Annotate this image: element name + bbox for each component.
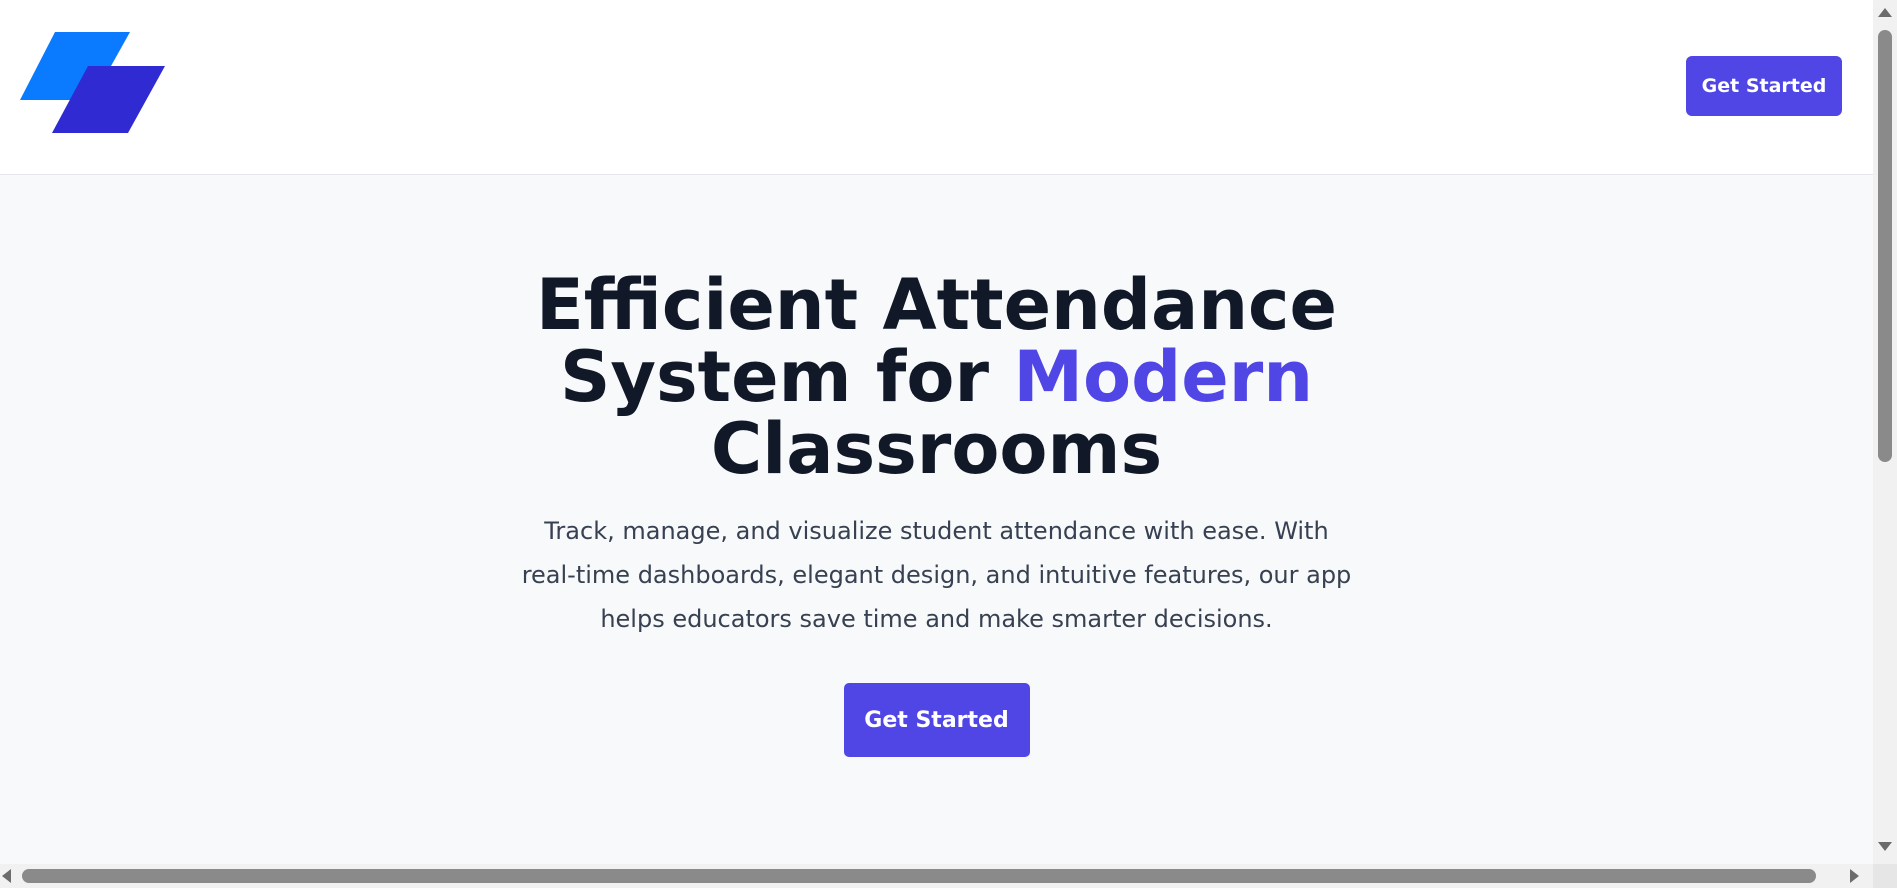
- hero-title-line-1: Efficient Attendance: [535, 264, 1338, 346]
- page-viewport: Get Started Efficient Attendance System …: [0, 0, 1873, 864]
- vertical-scrollbar[interactable]: [1873, 0, 1897, 864]
- scroll-up-arrow-icon[interactable]: [1878, 8, 1892, 17]
- scrollbar-corner: [1873, 864, 1897, 888]
- vertical-scroll-thumb[interactable]: [1878, 30, 1892, 462]
- scroll-right-arrow-icon[interactable]: [1850, 869, 1859, 883]
- hero-title-line-3: Classrooms: [710, 408, 1163, 490]
- header-get-started-button[interactable]: Get Started: [1686, 56, 1842, 116]
- hero-title: Efficient Attendance System for Modern C…: [0, 269, 1873, 485]
- horizontal-scrollbar[interactable]: [0, 864, 1873, 888]
- brand-logo-icon[interactable]: [20, 30, 170, 138]
- hero-title-accent: Modern: [1013, 336, 1314, 418]
- hero-section: Efficient Attendance System for Modern C…: [0, 175, 1873, 757]
- scroll-down-arrow-icon[interactable]: [1878, 842, 1892, 851]
- hero-get-started-button[interactable]: Get Started: [843, 683, 1030, 757]
- hero-description: Track, manage, and visualize student att…: [521, 517, 1352, 633]
- scroll-left-arrow-icon[interactable]: [2, 869, 11, 883]
- horizontal-scroll-thumb[interactable]: [22, 869, 1816, 883]
- hero-title-line-2-prefix: System for: [559, 336, 1014, 418]
- site-header: Get Started: [0, 0, 1873, 175]
